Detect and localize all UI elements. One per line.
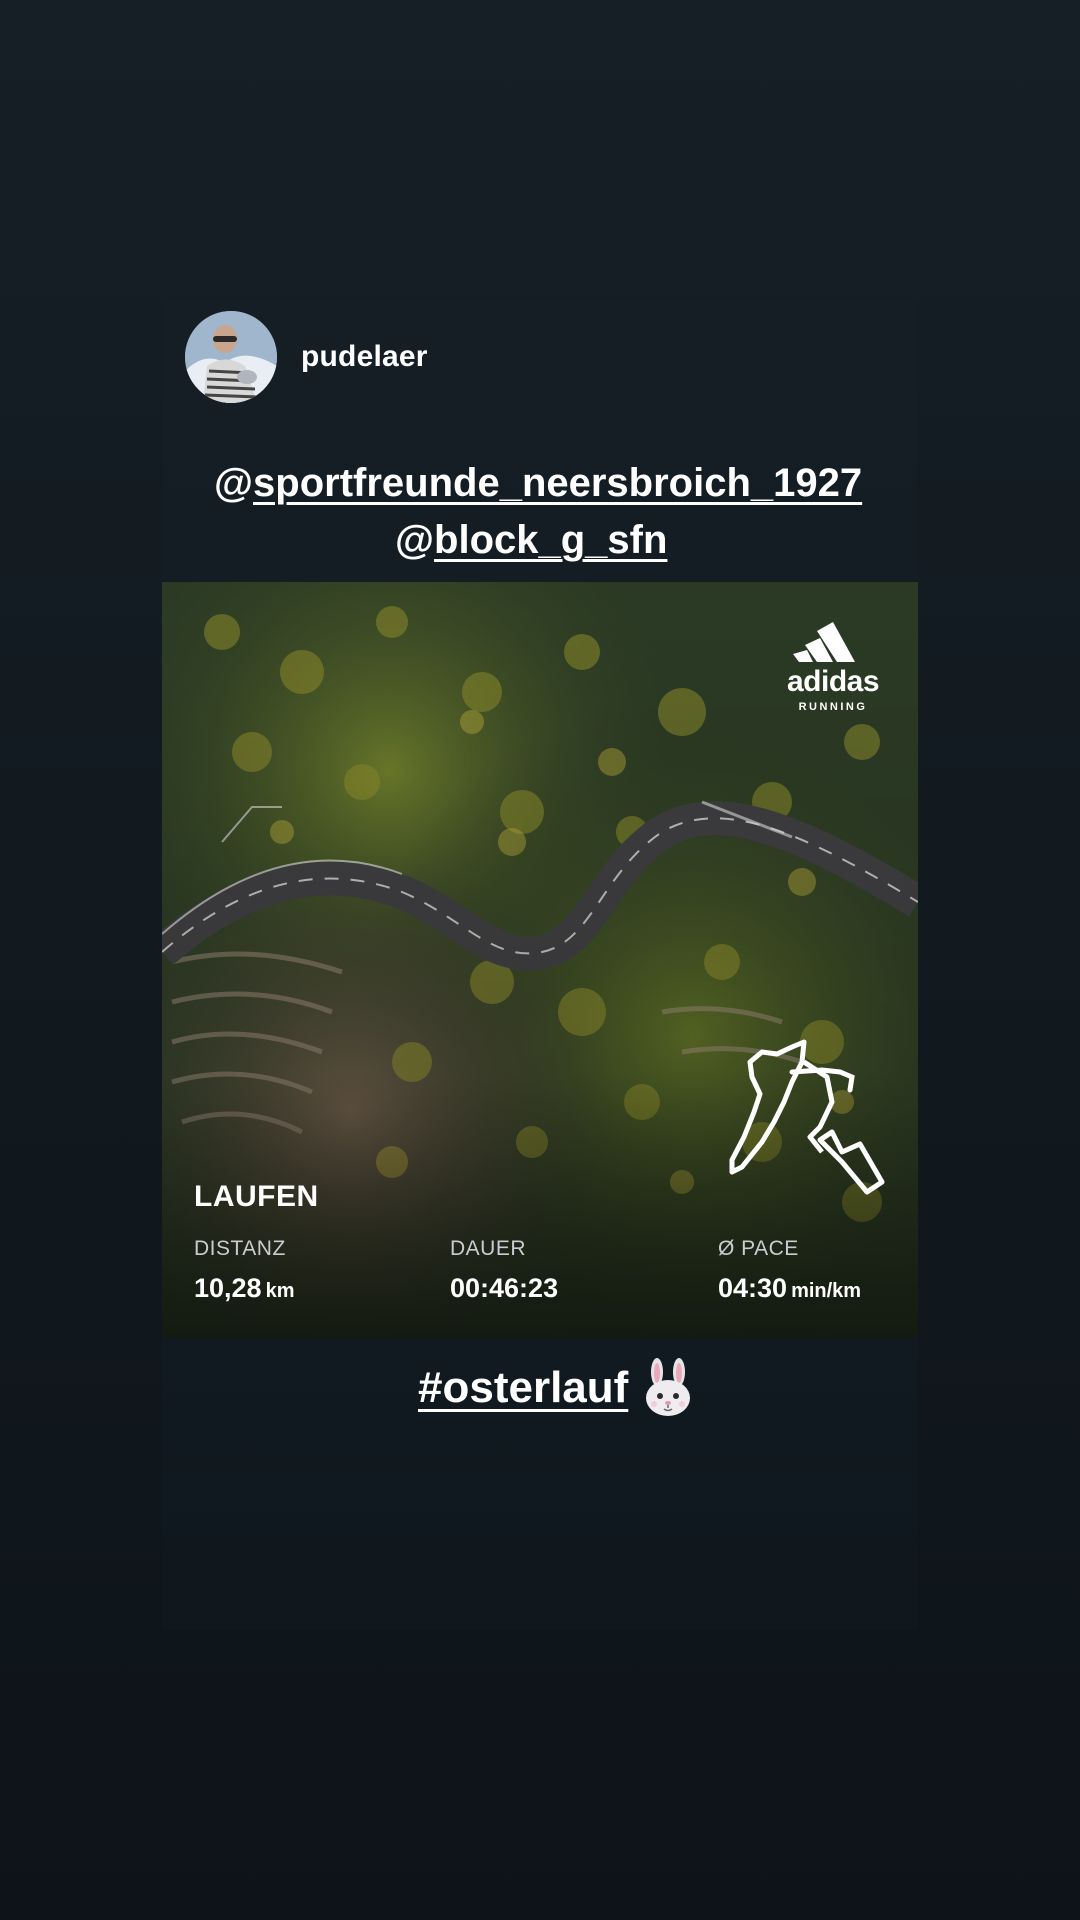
mention-handle[interactable]: block_g_sfn — [434, 518, 667, 562]
activity-card[interactable]: adidas RUNNING LAUFEN DISTANZ 10,28 km DA… — [162, 582, 918, 1338]
stat-number: 10,28 — [194, 1273, 262, 1303]
stat-unit: min/km — [791, 1280, 862, 1302]
mention-sportfreunde[interactable]: @sportfreunde_neersbroich_1927 — [214, 459, 862, 507]
avatar[interactable] — [185, 311, 277, 403]
stat-duration: DAUER 00:46:23 — [450, 1237, 558, 1304]
adidas-stripes-icon — [793, 622, 855, 662]
stat-label: DAUER — [450, 1237, 527, 1260]
stat-distance: DISTANZ 10,28 km — [194, 1237, 294, 1304]
stat-number: 04:30 — [718, 1273, 788, 1303]
mention-handle[interactable]: sportfreunde_neersbroich_1927 — [253, 461, 862, 505]
brand-subtitle: RUNNING — [798, 701, 868, 713]
brand-name: adidas — [786, 665, 880, 698]
story-header: pudelaer — [185, 311, 428, 403]
stat-label: Ø PACE — [718, 1237, 799, 1260]
mention-block-g[interactable]: @block_g_sfn — [395, 516, 667, 564]
bunny-face-icon — [646, 1358, 691, 1416]
stat-value: 10,28 km — [194, 1273, 294, 1304]
adidas-running-logo: adidas RUNNING — [778, 612, 888, 713]
activity-type: LAUFEN — [194, 1180, 319, 1213]
stat-pace: Ø PACE 04:30 min/km — [718, 1237, 861, 1304]
username[interactable]: pudelaer — [301, 340, 428, 374]
route-map-icon — [729, 1039, 885, 1195]
mention-at-sign: @ — [395, 518, 435, 562]
stat-number: 00:46:23 — [450, 1273, 559, 1303]
mention-at-sign: @ — [214, 461, 254, 505]
stat-value: 04:30 min/km — [718, 1273, 861, 1304]
hashtag-link[interactable]: #osterlauf — [418, 1363, 628, 1413]
hashtag-sticker[interactable]: #osterlauf — [418, 1358, 694, 1418]
stat-value: 00:46:23 — [450, 1273, 558, 1304]
stat-unit: km — [265, 1280, 295, 1302]
stat-label: DISTANZ — [194, 1237, 286, 1260]
